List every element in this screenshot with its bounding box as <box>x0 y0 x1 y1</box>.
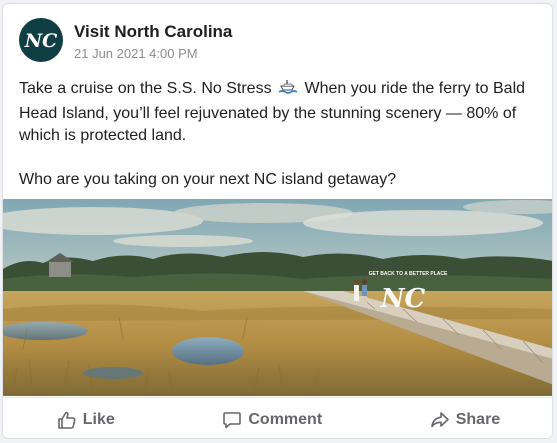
comment-bubble-icon <box>223 411 242 428</box>
post-actions: Like Comment Share <box>3 397 552 438</box>
comment-label: Comment <box>248 410 323 428</box>
media-overlay-logo: NC <box>380 284 426 314</box>
page-name-link[interactable]: Visit North Carolina <box>74 22 232 42</box>
thumbs-up-icon <box>57 411 76 429</box>
share-button[interactable]: Share <box>416 404 514 436</box>
post-timestamp[interactable]: 21 Jun 2021 4:00 PM <box>74 46 198 61</box>
avatar-text: NC <box>24 30 58 52</box>
ship-icon <box>278 78 298 103</box>
media-overlay-tagline: GET BACK TO A BETTER PLACE <box>369 271 448 277</box>
like-button[interactable]: Like <box>43 404 129 436</box>
post-paragraph-1-start: Take a cruise on the S.S. No Stress <box>19 80 272 97</box>
post-card: NC Visit North Carolina 21 Jun 2021 4:00… <box>2 3 553 439</box>
avatar[interactable]: NC <box>19 18 63 62</box>
comment-button[interactable]: Comment <box>208 404 336 436</box>
share-label: Share <box>455 410 501 428</box>
share-arrow-icon <box>430 411 449 427</box>
post-paragraph-2: Who are you taking on your next NC islan… <box>19 171 397 188</box>
like-label: Like <box>82 410 115 428</box>
post-paragraph-1: Take a cruise on the S.S. No Stress When… <box>19 78 539 147</box>
post-body: Take a cruise on the S.S. No Stress When… <box>19 78 539 191</box>
post-header: NC Visit North Carolina 21 Jun 2021 4:00… <box>19 16 519 64</box>
post-image[interactable]: GET BACK TO A BETTER PLACE NC <box>3 199 553 396</box>
nc-logo-icon: NC <box>24 30 58 52</box>
